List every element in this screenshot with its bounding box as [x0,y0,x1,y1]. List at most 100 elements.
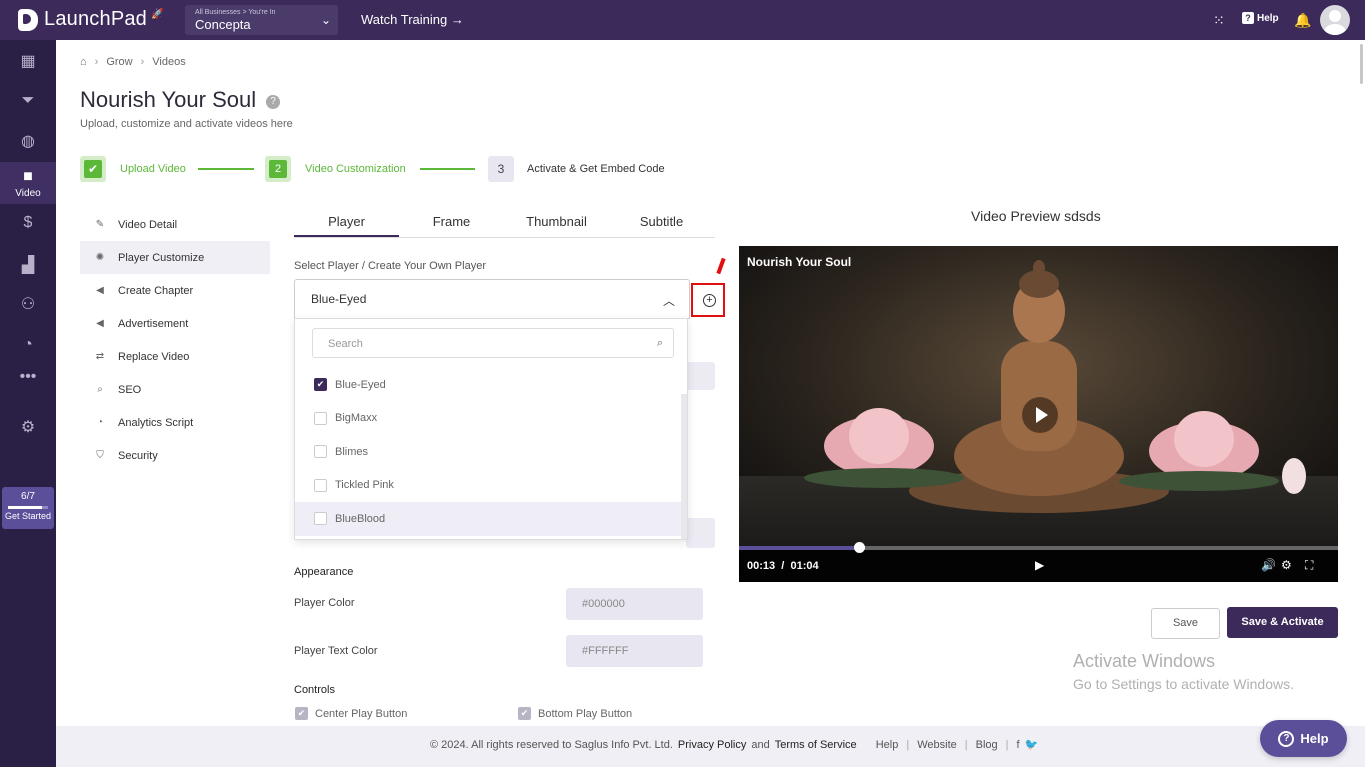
menu-video-detail[interactable]: ✎ Video Detail [80,208,270,241]
checkbox[interactable] [314,445,327,459]
player-text-color-field[interactable]: #FFFFFF [566,635,703,667]
step-2-number: 2 [269,160,287,178]
breadcrumb-videos[interactable]: Videos [152,56,185,68]
option-bigmaxx[interactable]: BigMaxx [295,402,687,436]
video-progress[interactable] [739,546,1338,550]
option-blueblood[interactable]: BlueBlood [295,502,687,536]
center-play-toggle[interactable]: ✔ Center Play Button [295,707,407,720]
menu-create-chapter[interactable]: ◀ Create Chapter [80,274,270,307]
launchpad-logo[interactable]: LaunchPad 🚀 [18,8,163,31]
annotation-arrow [716,257,726,275]
footer-blog-link[interactable]: Blog [976,739,998,751]
step-3-label[interactable]: Activate & Get Embed Code [527,163,665,175]
bottom-play-toggle[interactable]: ✔ Bottom Play Button [518,707,632,720]
checkbox-checked[interactable]: ✔ [295,707,308,720]
video-player[interactable]: Nourish Your Soul 00:13 / 01:04 ▶ 🔊 ⚙ ⛶ [739,246,1338,582]
rocket-icon: 🚀 [151,9,164,20]
tab-subtitle[interactable]: Subtitle [609,208,714,237]
dashboard-icon[interactable]: ▦ [0,42,56,80]
terms-link[interactable]: Terms of Service [775,739,857,751]
player-color-field[interactable]: #000000 [566,588,703,620]
menu-security[interactable]: ⛉ Security [80,439,270,472]
add-player-highlight: + [691,283,725,317]
gear-icon[interactable]: ⚙ [0,408,56,446]
step-connector [198,168,254,170]
menu-label: Player Customize [118,251,205,264]
rail-item-video[interactable]: ■ Video [0,162,56,204]
checkbox[interactable] [314,478,327,492]
menu-label: Video Detail [118,218,178,231]
center-play-icon[interactable] [1022,397,1058,433]
settings-icon[interactable]: ⚙ [1281,558,1292,572]
get-started-widget[interactable]: 6/7 Get Started [2,487,54,529]
play-icon[interactable]: ▶ [1035,558,1044,572]
analytics-icon: ◔ [96,417,104,428]
video-control-bar: 00:13 / 01:04 ▶ 🔊 ⚙ ⛶ [739,542,1338,582]
checkbox-checked[interactable]: ✔ [518,707,531,720]
save-button[interactable]: Save [1151,608,1220,639]
hidden-field [686,518,715,548]
privacy-link[interactable]: Privacy Policy [678,739,746,751]
business-switcher[interactable]: All Businesses > You're In Concepta ⌄ [185,5,338,35]
page-scrollbar[interactable] [1358,40,1365,726]
option-tickled-pink[interactable]: Tickled Pink [295,469,687,503]
checkbox-checked[interactable]: ✔ [314,378,327,392]
more-icon[interactable]: ••• [0,358,56,396]
step-connector [420,168,475,170]
home-icon[interactable]: ⌂ [80,56,87,68]
chevron-right-icon: › [94,56,99,68]
chevron-right-icon: › [140,56,145,68]
menu-seo[interactable]: ⌕ SEO [80,373,270,406]
help-link[interactable]: ? Help [1242,12,1279,24]
video-title: Nourish Your Soul [747,255,852,269]
rail-video-label: Video [15,187,41,199]
footer-help-link[interactable]: Help [876,739,899,751]
funnel-icon[interactable]: ⏷ [0,82,56,120]
hidden-field [686,362,715,390]
option-blimes[interactable]: Blimes [295,435,687,469]
dollar-icon[interactable]: $ [0,204,56,242]
menu-advertisement[interactable]: ◀ Advertisement [80,307,270,340]
fullscreen-icon[interactable]: ⛶ [1305,558,1313,573]
watch-training-link[interactable]: Watch Training → [361,12,464,27]
save-activate-button[interactable]: Save & Activate [1227,607,1338,638]
search-placeholder: Search [328,338,363,350]
player-select[interactable]: Blue-Eyed ︿ [294,279,690,319]
player-options: ✔ Blue-Eyed BigMaxx Blimes Tickled Pink B… [295,368,687,536]
apps-grid-icon[interactable]: ⁙ [1213,12,1225,29]
menu-label: Replace Video [118,350,190,363]
step-2-label[interactable]: Video Customization [305,163,406,175]
menu-replace-video[interactable]: ⇄ Replace Video [80,340,270,373]
dropdown-scrollbar[interactable] [681,394,687,539]
twitter-icon[interactable]: 🐦 [1025,738,1039,751]
divider [865,739,868,751]
bell-icon[interactable]: 🔔 [1294,12,1311,29]
footer-website-link[interactable]: Website [917,739,957,751]
tab-frame[interactable]: Frame [399,208,504,237]
menu-analytics-script[interactable]: ◔ Analytics Script [80,406,270,439]
player-dropdown: Search ⌕ ✔ Blue-Eyed BigMaxx Blimes Tickl… [294,318,688,540]
checkbox[interactable] [314,512,327,526]
option-label: BigMaxx [335,412,378,425]
progress-knob[interactable] [853,542,865,553]
add-circle-icon[interactable]: + [703,294,716,307]
question-icon[interactable]: ? [266,95,281,109]
breadcrumb-grow[interactable]: Grow [106,56,132,68]
facebook-icon[interactable]: f [1017,739,1020,751]
bar-chart-icon[interactable]: ▟ [0,246,56,284]
tab-player[interactable]: Player [294,208,399,237]
step-1-label[interactable]: Upload Video [120,163,186,175]
help-floating-button[interactable]: ? Help [1260,720,1347,757]
main-content: ⌂ › Grow › Videos Nourish Your Soul ? Up… [56,40,1365,767]
menu-player-customize[interactable]: ✺ Player Customize [80,241,270,274]
checkbox[interactable] [314,411,327,425]
tab-thumbnail[interactable]: Thumbnail [504,208,609,237]
video-time: 00:13 / 01:04 [747,560,819,572]
player-search-input[interactable]: Search ⌕ [312,328,674,358]
users-icon[interactable]: ⚇ [0,285,56,323]
option-blue-eyed[interactable]: ✔ Blue-Eyed [295,368,687,402]
avatar[interactable] [1320,5,1350,35]
globe-icon[interactable]: ◍ [0,122,56,160]
volume-icon[interactable]: 🔊 [1261,558,1276,572]
control-label: Center Play Button [315,707,408,720]
